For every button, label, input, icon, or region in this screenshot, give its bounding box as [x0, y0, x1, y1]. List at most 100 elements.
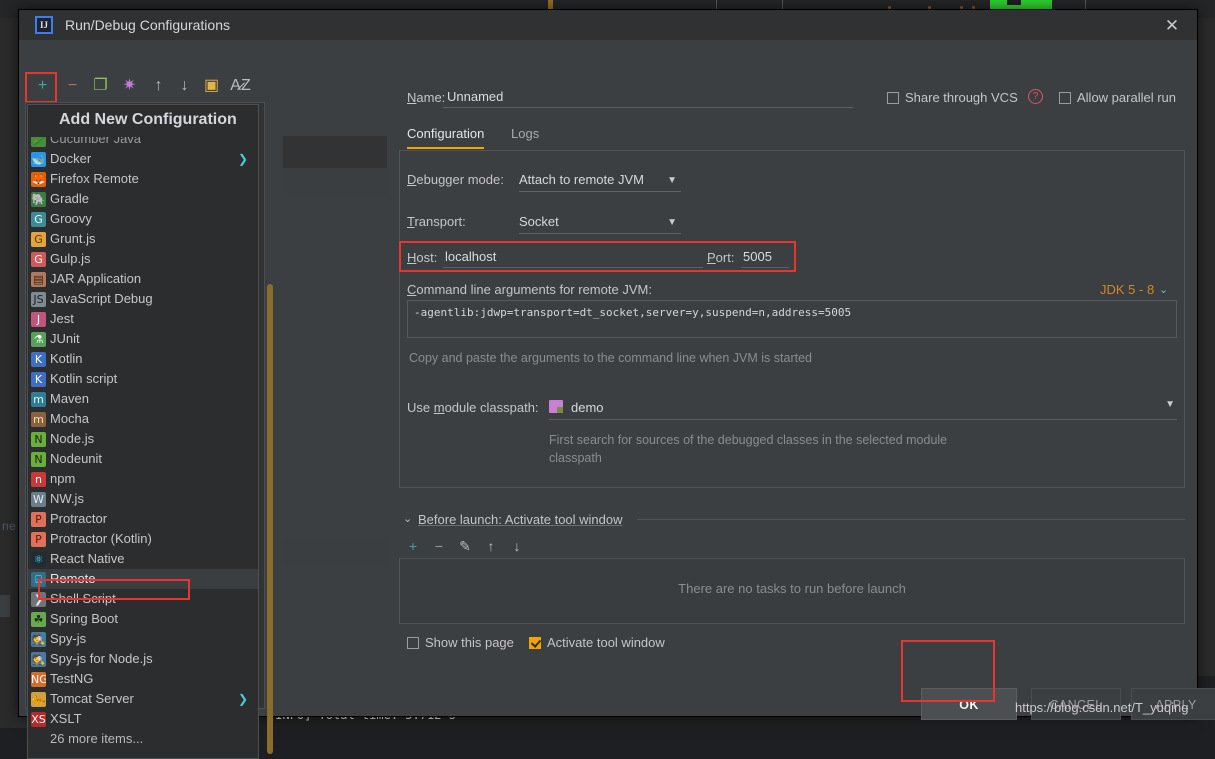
ide-tick-mark [716, 0, 717, 9]
module-classpath-dropdown[interactable]: demo ▼ [549, 398, 1177, 420]
config-type-icon: ⚛ [31, 552, 46, 567]
config-type-item-protractor[interactable]: P Protractor [28, 509, 258, 529]
copy-icon[interactable]: ❐ [89, 74, 112, 97]
config-type-item-cucumber-java[interactable]: 🥒 Cucumber Java [28, 137, 258, 149]
config-type-item-mocha[interactable]: m Mocha [28, 409, 258, 429]
tab-configuration[interactable]: Configuration [407, 124, 485, 149]
config-type-item-tomcat-server[interactable]: 🐆 Tomcat Server ❯ [28, 689, 258, 709]
help-icon[interactable]: ? [1028, 89, 1043, 104]
edit-task-icon[interactable]: ✎ [455, 536, 475, 556]
config-type-item-groovy[interactable]: G Groovy [28, 209, 258, 229]
config-type-item-gulp-js[interactable]: G Gulp.js [28, 249, 258, 269]
chevron-right-icon[interactable]: ❯ [238, 149, 248, 169]
new-folder-icon[interactable]: ▣ [200, 74, 223, 97]
config-type-icon: 🕵 [31, 652, 46, 667]
config-type-item-firefox-remote[interactable]: 🦊 Firefox Remote [28, 169, 258, 189]
config-type-item-testng[interactable]: NG TestNG [28, 669, 258, 689]
name-label: Name: [407, 90, 446, 105]
add-task-icon[interactable]: + [403, 536, 423, 556]
config-type-item-docker[interactable]: 🐋 Docker ❯ [28, 149, 258, 169]
config-type-icon: ▤ [31, 272, 46, 287]
config-type-item-spy-js-for-node-js[interactable]: 🕵 Spy-js for Node.js [28, 649, 258, 669]
config-type-item-kotlin[interactable]: K Kotlin [28, 349, 258, 369]
configuration-tabs: Configuration Logs [399, 124, 1189, 149]
module-classpath-value: demo [571, 400, 604, 415]
before-launch-title: Before launch: Activate tool window [418, 512, 623, 527]
move-up-icon[interactable]: ↑ [147, 74, 170, 97]
activate-tool-window-checkbox-box[interactable] [529, 637, 541, 649]
activate-tool-window-checkbox[interactable]: Activate tool window [529, 635, 665, 650]
config-type-item-jar-application[interactable]: ▤ JAR Application [28, 269, 258, 289]
config-type-icon: 🦊 [31, 172, 46, 187]
show-this-page-label: Show this page [425, 635, 514, 650]
configuration-type-list[interactable]: 🥒 Cucumber Java 🐋 Docker ❯ 🦊 Firefox Remote 🐘 Gr… [28, 137, 258, 758]
move-task-up-icon[interactable]: ↑ [481, 536, 501, 556]
command-line-args-textarea[interactable]: -agentlib:jdwp=transport=dt_socket,serve… [407, 300, 1177, 338]
config-type-item-remote[interactable]: ⌸ Remote [28, 569, 258, 589]
config-type-label: JAR Application [50, 271, 142, 286]
sort-alphabetically-icon[interactable]: A̷Z [229, 74, 252, 97]
config-type-item-jest[interactable]: J Jest [28, 309, 258, 329]
before-launch-toolbar: + − ✎ ↑ ↓ [403, 536, 703, 558]
config-type-icon: K [31, 352, 46, 367]
chevron-right-icon[interactable]: ❯ [238, 689, 248, 709]
config-type-icon: G [31, 212, 46, 227]
add-icon[interactable]: + [31, 74, 54, 97]
jdk-version-selector[interactable]: JDK 5 - 8 [1100, 282, 1154, 297]
config-type-item-kotlin-script[interactable]: K Kotlin script [28, 369, 258, 389]
config-type-item-react-native[interactable]: ⚛ React Native [28, 549, 258, 569]
config-type-item-spy-js[interactable]: 🕵 Spy-js [28, 629, 258, 649]
configuration-name-input[interactable] [443, 88, 853, 108]
config-type-item-junit[interactable]: ⚗ JUnit [28, 329, 258, 349]
config-type-item-gradle[interactable]: 🐘 Gradle [28, 189, 258, 209]
config-type-icon: m [31, 392, 46, 407]
debugger-mode-dropdown[interactable]: Attach to remote JVM ▼ [519, 170, 681, 192]
config-type-icon: ❯ [31, 592, 46, 607]
config-type-item-protractor-kotlin[interactable]: P Protractor (Kotlin) [28, 529, 258, 549]
allow-parallel-checkbox-box[interactable] [1059, 92, 1071, 104]
config-type-item-nw-js[interactable]: W NW.js [28, 489, 258, 509]
dialog-body: + − ❐ ✷ ↑ ↓ ▣ A̷Z Add New Configuration 🥒 Cucumb… [19, 40, 1215, 759]
config-type-item-javascript-debug[interactable]: JS JavaScript Debug [28, 289, 258, 309]
close-icon[interactable]: ✕ [1159, 15, 1185, 37]
remove-task-icon[interactable]: − [429, 536, 449, 556]
config-type-label: Docker [50, 151, 92, 166]
port-input[interactable] [741, 247, 789, 268]
host-input[interactable] [443, 247, 703, 268]
config-type-icon: 🥒 [31, 137, 46, 147]
transport-dropdown[interactable]: Socket ▼ [519, 212, 681, 234]
command-line-args-label-rest: ommand line arguments for remote JVM: [416, 282, 652, 297]
show-this-page-checkbox-box[interactable] [407, 637, 419, 649]
chevron-down-icon[interactable]: ⌄ [1159, 283, 1168, 296]
share-vcs-checkbox-box[interactable] [887, 92, 899, 104]
tab-logs[interactable]: Logs [511, 124, 539, 147]
config-type-item-node-js[interactable]: N Node.js [28, 429, 258, 449]
config-type-item-grunt-js[interactable]: G Grunt.js [28, 229, 258, 249]
config-type-item-npm[interactable]: n npm [28, 469, 258, 489]
config-type-item-nodeunit[interactable]: N Nodeunit [28, 449, 258, 469]
config-type-icon: N [31, 452, 46, 467]
ok-button[interactable]: OK [921, 688, 1017, 720]
config-type-icon: 🐆 [31, 692, 46, 707]
show-this-page-checkbox[interactable]: Show this page [407, 635, 514, 650]
popup-scrollbar[interactable] [267, 284, 273, 754]
config-type-icon: JS [31, 292, 46, 307]
move-down-icon[interactable]: ↓ [173, 74, 196, 97]
more-items-label[interactable]: 26 more items... [28, 729, 258, 749]
config-type-item-maven[interactable]: m Maven [28, 389, 258, 409]
config-type-label: npm [50, 471, 76, 486]
config-type-item-xslt[interactable]: XS XSLT [28, 709, 258, 729]
before-launch-task-list[interactable]: There are no tasks to run before launch [399, 558, 1185, 624]
detail-pane-strip [283, 168, 387, 194]
chevron-down-icon[interactable]: ⌄ [403, 512, 412, 525]
move-task-down-icon[interactable]: ↓ [507, 536, 527, 556]
dialog-title: Run/Debug Configurations [65, 17, 230, 33]
config-type-item-shell-script[interactable]: ❯ Shell Script [28, 589, 258, 609]
share-through-vcs-checkbox[interactable]: Share through VCS [887, 90, 1018, 105]
allow-parallel-run-checkbox[interactable]: Allow parallel run [1059, 90, 1176, 105]
module-classpath-label: Use module classpath: [407, 400, 539, 415]
remove-icon[interactable]: − [61, 74, 84, 97]
settings-icon[interactable]: ✷ [118, 74, 141, 97]
before-launch-empty-message: There are no tasks to run before launch [678, 581, 906, 596]
config-type-item-spring-boot[interactable]: ☘ Spring Boot [28, 609, 258, 629]
